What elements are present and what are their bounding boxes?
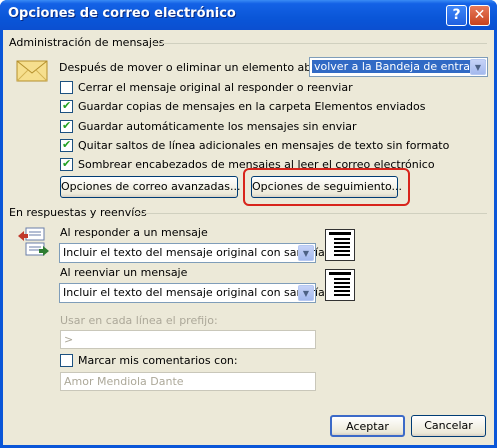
prefix-value: > bbox=[64, 333, 74, 346]
save-sent-copies-label: Guardar copias de mensajes en la carpeta… bbox=[78, 100, 426, 113]
dropdown-arrow-icon[interactable]: ▼ bbox=[298, 245, 314, 261]
prefix-label: Usar en cada línea el prefijo: bbox=[60, 314, 218, 327]
remove-line-breaks-checkbox[interactable] bbox=[60, 138, 73, 152]
mark-comments-label: Marcar mis comentarios con: bbox=[78, 354, 238, 367]
group-separator bbox=[135, 213, 487, 214]
message-preview-icon bbox=[325, 229, 355, 261]
autosave-unsent-checkbox[interactable] bbox=[60, 119, 73, 133]
after-move-label: Después de mover o eliminar un elemento … bbox=[59, 61, 341, 74]
dropdown-arrow-icon[interactable]: ▼ bbox=[298, 285, 314, 301]
forward-label: Al reenviar un mensaje bbox=[60, 266, 188, 279]
mark-comments-value: Amor Mendiola Dante bbox=[64, 375, 184, 388]
reply-label: Al responder a un mensaje bbox=[60, 226, 208, 239]
ok-button[interactable]: Aceptar bbox=[330, 415, 405, 437]
dialog-window: Opciones de correo electrónico ? ✕ Admin… bbox=[0, 0, 497, 448]
shade-headers-checkbox[interactable] bbox=[60, 157, 73, 171]
forward-select[interactable]: Incluir el texto del mensaje original co… bbox=[59, 283, 325, 303]
reply-select[interactable]: Incluir el texto del mensaje original co… bbox=[59, 243, 325, 263]
dialog-body: Administración de mensajes Después de mo… bbox=[3, 30, 494, 445]
close-original-label: Cerrar el mensaje original al responder … bbox=[78, 81, 353, 94]
message-preview-icon bbox=[325, 269, 355, 301]
after-move-select[interactable]: volver a la Bandeja de entrada ▼ bbox=[309, 57, 488, 77]
dropdown-arrow-icon[interactable]: ▼ bbox=[470, 59, 486, 75]
envelope-icon bbox=[16, 60, 48, 82]
remove-line-breaks-label: Quitar saltos de línea adicionales en me… bbox=[78, 139, 450, 152]
forward-value: Incluir el texto del mensaje original co… bbox=[63, 286, 325, 299]
prefix-input[interactable]: > bbox=[60, 330, 316, 349]
close-button[interactable]: ✕ bbox=[469, 5, 490, 26]
mark-comments-checkbox[interactable] bbox=[60, 354, 73, 367]
help-button[interactable]: ? bbox=[446, 5, 467, 26]
group-separator bbox=[151, 43, 487, 44]
mark-comments-input[interactable]: Amor Mendiola Dante bbox=[60, 372, 316, 391]
tracking-options-button[interactable]: Opciones de seguimiento... bbox=[251, 176, 402, 198]
reply-value: Incluir el texto del mensaje original co… bbox=[63, 246, 325, 259]
advanced-mail-options-button[interactable]: Opciones de correo avanzadas... bbox=[60, 176, 241, 198]
autosave-unsent-label: Guardar automáticamente los mensajes sin… bbox=[78, 120, 357, 133]
reply-forward-icon bbox=[18, 227, 49, 256]
replies-group-label: En respuestas y reenvíos bbox=[9, 206, 147, 219]
save-sent-copies-checkbox[interactable] bbox=[60, 99, 73, 113]
after-move-value: volver a la Bandeja de entrada bbox=[312, 60, 486, 73]
title-bar[interactable]: Opciones de correo electrónico ? ✕ bbox=[0, 0, 497, 30]
dialog-title: Opciones de correo electrónico bbox=[8, 6, 236, 21]
cancel-button[interactable]: Cancelar bbox=[411, 415, 486, 437]
message-management-group-label: Administración de mensajes bbox=[9, 36, 165, 49]
close-original-checkbox[interactable] bbox=[60, 81, 73, 94]
